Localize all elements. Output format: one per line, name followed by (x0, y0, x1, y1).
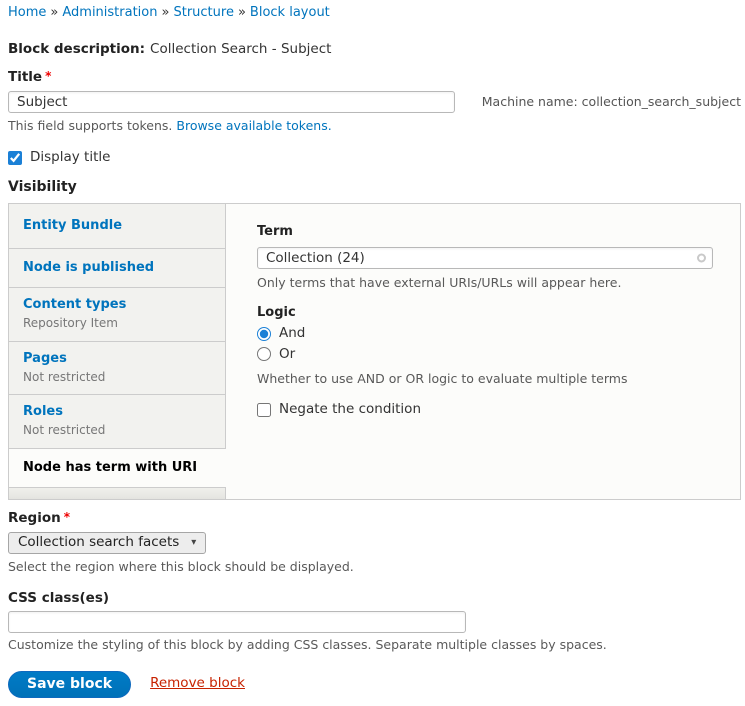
display-title-label: Display title (30, 149, 110, 167)
title-input[interactable] (8, 91, 455, 113)
tab-roles-summary: Not restricted (23, 423, 211, 439)
breadcrumb-link-block-layout[interactable]: Block layout (250, 5, 330, 20)
breadcrumb-separator: » (162, 5, 170, 20)
breadcrumb-link-administration[interactable]: Administration (62, 5, 157, 20)
block-description-label: Block description: (8, 41, 145, 57)
css-classes-description: Customize the styling of this block by a… (8, 637, 741, 653)
tab-node-has-term-with-uri[interactable]: Node has term with URI (9, 449, 226, 488)
tab-content-types-summary: Repository Item (23, 316, 211, 332)
logic-and-radio[interactable] (257, 327, 271, 341)
tab-node-is-published[interactable]: Node is published (9, 249, 226, 288)
region-select[interactable]: Collection search facets ▾ (8, 532, 206, 554)
node-has-term-with-uri-pane: Term Only terms that have external URIs/… (226, 204, 740, 499)
logic-or-radio[interactable] (257, 347, 271, 361)
logic-and-label: And (279, 325, 305, 343)
required-asterisk: * (64, 510, 70, 524)
term-autocomplete-input[interactable] (257, 247, 713, 269)
browse-tokens-link[interactable]: Browse available tokens. (176, 118, 331, 133)
logic-description: Whether to use AND or OR logic to evalua… (257, 371, 716, 387)
machine-name-label: Machine name: collection_search_subject (482, 94, 741, 110)
negate-condition-row: Negate the condition (257, 401, 716, 419)
tab-node-has-term-with-uri-label: Node has term with URI (23, 460, 212, 477)
title-description: This field supports tokens. Browse avail… (8, 118, 741, 134)
tab-content-types[interactable]: Content types Repository Item (9, 288, 226, 342)
negate-condition-label: Negate the condition (279, 401, 421, 419)
tab-pages-label: Pages (23, 351, 211, 368)
logic-label: Logic (257, 305, 716, 322)
required-asterisk: * (45, 69, 51, 83)
autocomplete-throbber-icon (697, 253, 706, 262)
region-label-text: Region (8, 510, 61, 526)
save-block-button[interactable]: Save block (8, 671, 131, 698)
breadcrumb: Home»Administration»Structure»Block layo… (8, 5, 741, 22)
css-classes-label: CSS class(es) (8, 590, 741, 608)
logic-or-label: Or (279, 346, 295, 364)
visibility-vertical-tabs: Entity Bundle Node is published Content … (8, 203, 741, 500)
term-label: Term (257, 224, 716, 241)
tab-content-types-label: Content types (23, 297, 211, 314)
breadcrumb-link-structure[interactable]: Structure (173, 5, 233, 20)
region-label: Region* (8, 510, 741, 528)
logic-or-row: Or (257, 346, 716, 364)
breadcrumb-separator: » (238, 5, 246, 20)
breadcrumb-link-home[interactable]: Home (8, 5, 46, 20)
tokens-support-text: This field supports tokens. (8, 118, 172, 133)
partial-next-tab[interactable] (9, 488, 226, 499)
tab-entity-bundle[interactable]: Entity Bundle (9, 204, 226, 249)
title-row: Machine name: collection_search_subject (8, 91, 741, 113)
chevron-down-icon: ▾ (191, 536, 196, 549)
tab-roles-label: Roles (23, 404, 211, 421)
block-description: Block description: Collection Search - Su… (8, 41, 741, 59)
region-description: Select the region where this block shoul… (8, 559, 741, 575)
title-label-text: Title (8, 69, 42, 85)
negate-condition-checkbox[interactable] (257, 403, 271, 417)
remove-block-link[interactable]: Remove block (150, 675, 245, 693)
term-description: Only terms that have external URIs/URLs … (257, 275, 716, 291)
visibility-tabs-menu: Entity Bundle Node is published Content … (9, 204, 226, 499)
tab-pages-summary: Not restricted (23, 370, 211, 386)
visibility-heading: Visibility (8, 178, 741, 196)
tab-node-is-published-label: Node is published (23, 260, 211, 277)
form-actions: Save block Remove block (8, 671, 741, 698)
display-title-checkbox[interactable] (8, 151, 22, 165)
block-configure-page: Home»Administration»Structure»Block layo… (0, 0, 745, 706)
display-title-row: Display title (8, 149, 741, 167)
css-classes-input[interactable] (8, 611, 466, 633)
logic-and-row: And (257, 325, 716, 343)
term-input-wrap (257, 247, 713, 269)
block-description-value: Collection Search - Subject (150, 41, 331, 57)
tab-entity-bundle-label: Entity Bundle (23, 218, 211, 235)
title-label: Title* (8, 69, 741, 87)
tab-roles[interactable]: Roles Not restricted (9, 395, 226, 449)
tab-pages[interactable]: Pages Not restricted (9, 342, 226, 395)
region-select-value: Collection search facets (18, 534, 179, 552)
breadcrumb-separator: » (50, 5, 58, 20)
